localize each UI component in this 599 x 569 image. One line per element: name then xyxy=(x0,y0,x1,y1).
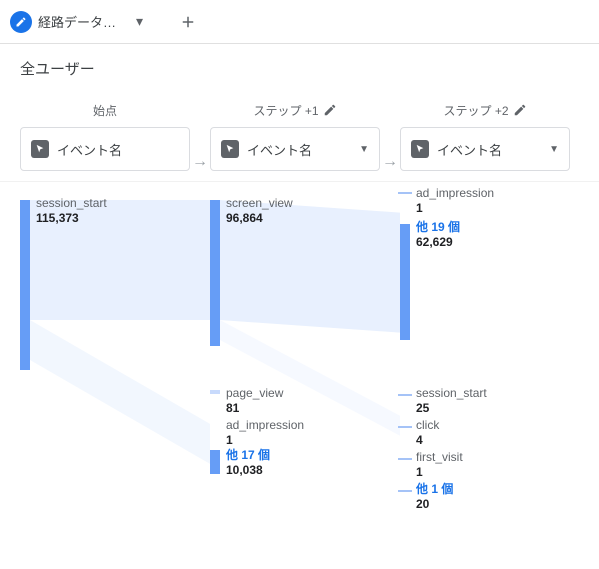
cursor-icon xyxy=(411,140,429,158)
node-step2-first-visit[interactable]: first_visit 1 xyxy=(416,450,463,480)
path-canvas: session_start 115,373 screen_view 96,864… xyxy=(20,190,579,569)
node-tick xyxy=(398,490,412,492)
node-bar[interactable] xyxy=(210,390,220,394)
cursor-icon xyxy=(221,140,239,158)
flow xyxy=(30,320,210,464)
node-step1-page-view[interactable]: page_view 81 xyxy=(226,386,283,416)
dropdown-label: イベント名 xyxy=(247,140,351,159)
pencil-icon xyxy=(323,103,337,117)
arrow-icon: → xyxy=(382,153,398,171)
pencil-icon xyxy=(513,103,527,117)
dropdown-label: イベント名 xyxy=(57,140,179,159)
node-bar[interactable] xyxy=(20,200,30,370)
node-step2-ad-impression[interactable]: ad_impression 1 xyxy=(416,186,494,216)
node-step1-ad-impression[interactable]: ad_impression 1 xyxy=(226,418,304,448)
chevron-down-icon: ▼ xyxy=(359,144,369,155)
node-tick xyxy=(398,458,412,460)
add-tab-button[interactable] xyxy=(171,5,205,39)
step2-dimension-dropdown[interactable]: イベント名 ▼ xyxy=(400,127,570,171)
explore-tab[interactable]: 経路データ探… ▾ xyxy=(4,4,155,40)
node-step2-more-1[interactable]: 他 19 個 62,629 xyxy=(416,220,460,250)
chevron-down-icon: ▼ xyxy=(549,144,559,155)
edit-icon xyxy=(10,11,32,33)
start-dimension-dropdown[interactable]: イベント名 xyxy=(20,127,190,171)
cursor-icon xyxy=(31,140,49,158)
tab-menu-caret[interactable]: ▾ xyxy=(134,13,145,30)
segment-label: 全ユーザー xyxy=(0,44,599,83)
step2-title[interactable]: ステップ +2 xyxy=(400,99,570,121)
node-step1-more[interactable]: 他 17 個 10,038 xyxy=(226,448,270,478)
step-start-title: 始点 xyxy=(20,99,190,121)
node-bar[interactable] xyxy=(210,200,220,346)
node-step1-screen-view[interactable]: screen_view 96,864 xyxy=(226,196,293,226)
arrow-icon: → xyxy=(192,153,208,171)
node-step2-click[interactable]: click 4 xyxy=(416,418,439,448)
step1-title[interactable]: ステップ +1 xyxy=(210,99,380,121)
node-step2-session-start[interactable]: session_start 25 xyxy=(416,386,487,416)
node-tick xyxy=(398,426,412,428)
tab-label: 経路データ探… xyxy=(38,12,128,31)
node-step2-more-2[interactable]: 他 1 個 20 xyxy=(416,482,453,512)
node-start[interactable]: session_start 115,373 xyxy=(36,196,107,226)
node-bar[interactable] xyxy=(210,450,220,474)
node-bar[interactable] xyxy=(400,224,410,340)
node-tick xyxy=(398,394,412,396)
step1-dimension-dropdown[interactable]: イベント名 ▼ xyxy=(210,127,380,171)
node-tick xyxy=(398,192,412,194)
dropdown-label: イベント名 xyxy=(437,140,541,159)
